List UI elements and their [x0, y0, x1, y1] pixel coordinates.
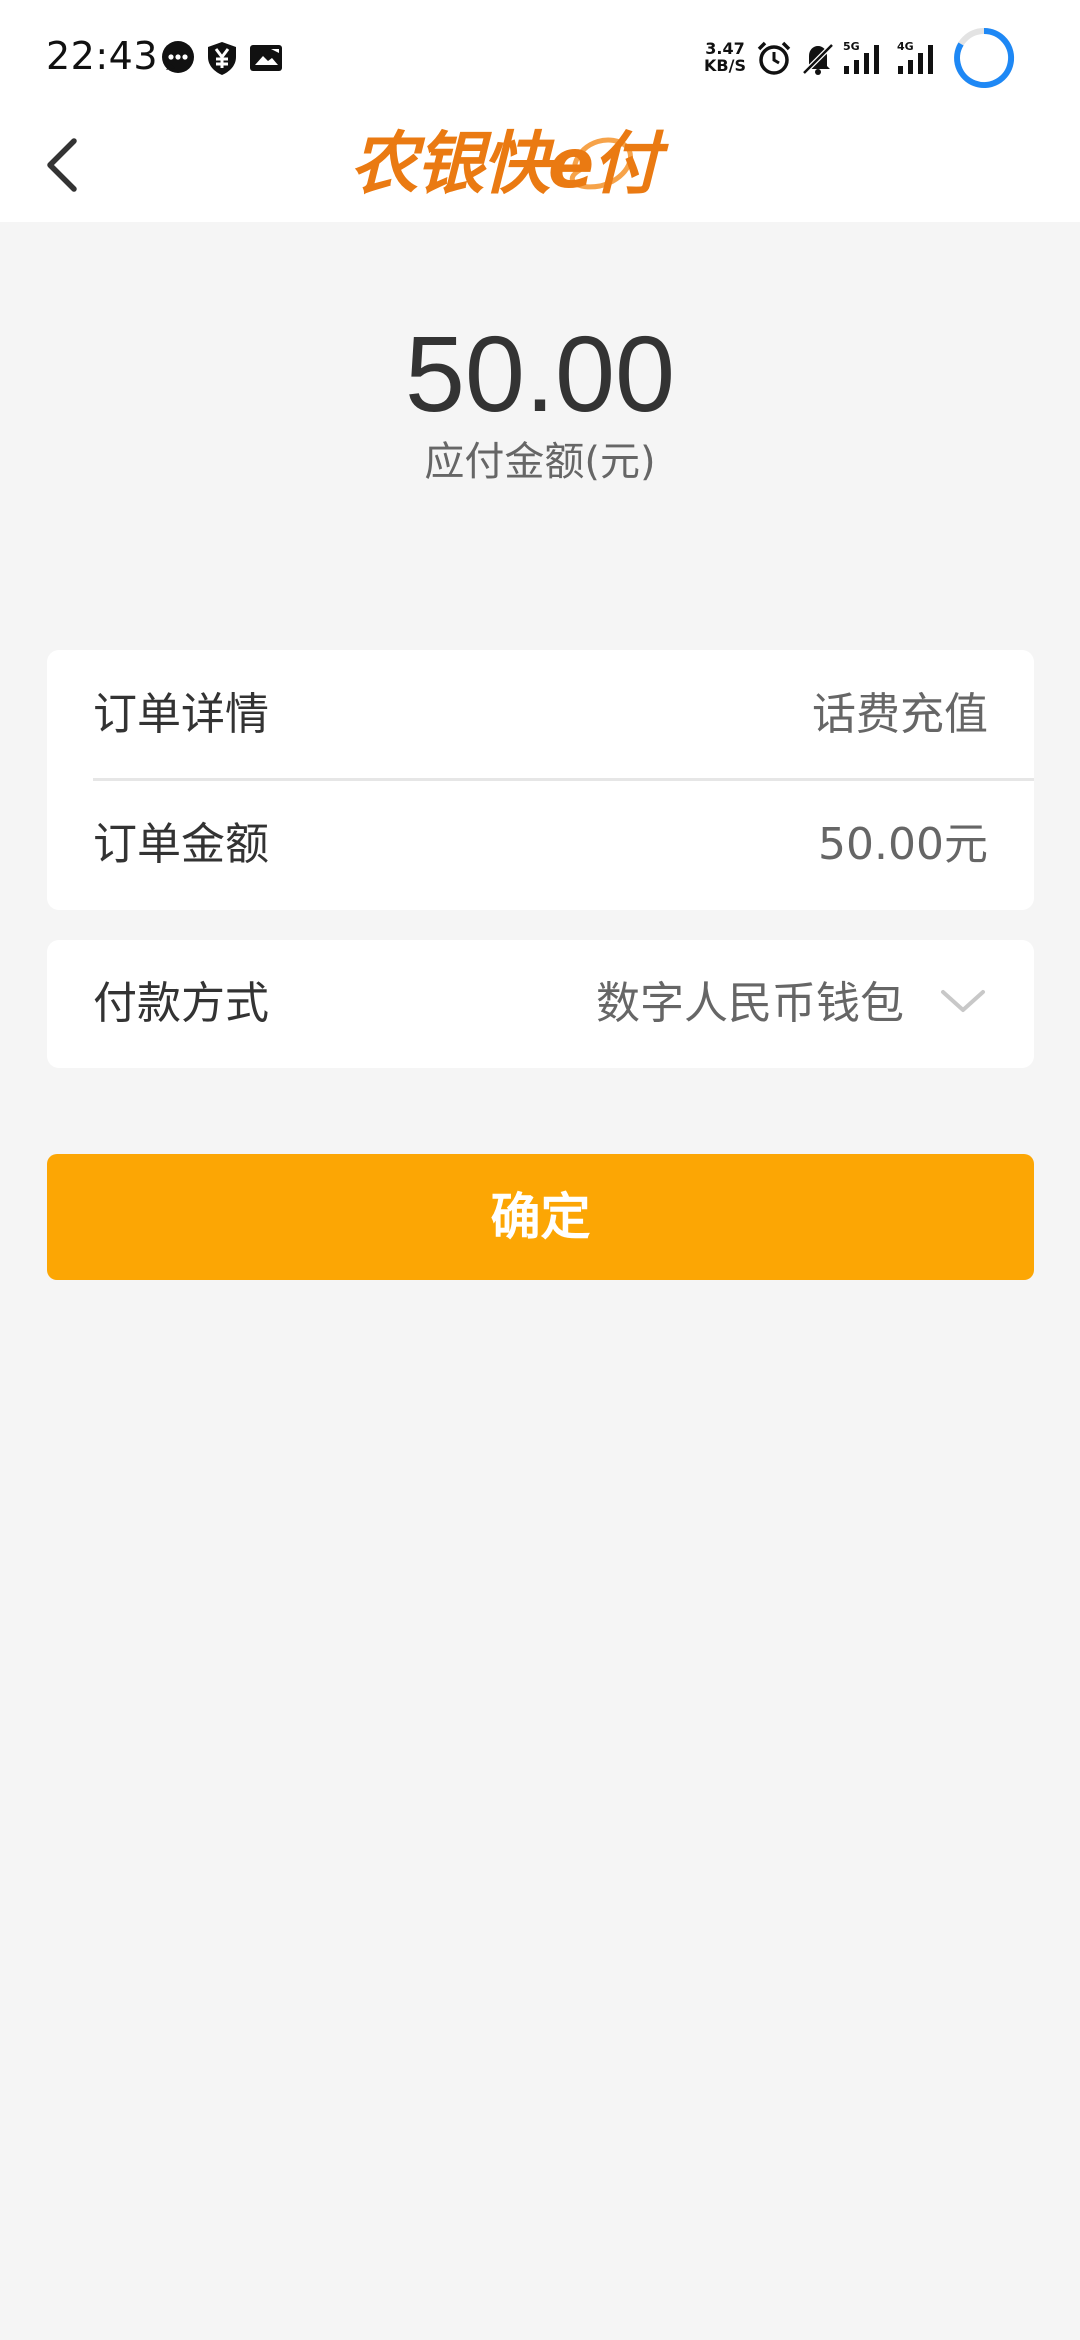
back-button[interactable] — [36, 125, 96, 205]
signal-5g-label: 5G — [843, 40, 860, 53]
payment-method-label: 付款方式 — [93, 978, 269, 1029]
order-detail-value: 话费充值 — [812, 689, 988, 740]
net-speed: 3.47 KB/S — [700, 40, 750, 74]
payable-amount: 50.00 — [404, 313, 676, 434]
signal-4g-icon: 4G — [897, 40, 933, 74]
yuan-shield-icon — [208, 42, 236, 75]
order-detail-row: 订单详情 话费充值 — [93, 650, 1034, 780]
chevron-down-icon[interactable] — [938, 982, 988, 1022]
app-logo: 农银快e付 — [350, 120, 730, 210]
payment-method-row[interactable]: 付款方式 数字人民币钱包 — [93, 940, 1034, 1068]
chevron-left-icon — [47, 138, 77, 192]
payment-method-card[interactable]: 付款方式 数字人民币钱包 — [47, 940, 1034, 1068]
order-detail-label: 订单详情 — [93, 689, 269, 740]
order-info-card: 订单详情 话费充值 订单金额 50.00元 — [47, 650, 1034, 910]
alarm-clock-icon — [757, 41, 791, 75]
mute-bell-icon — [802, 43, 834, 75]
status-bar: 22:43 3.47 KB/S 5G 4G — [0, 0, 1080, 115]
image-notification-icon — [250, 45, 282, 71]
order-amount-value: 50.00元 — [818, 819, 988, 870]
payment-amount-block: 50.00 应付金额(元) — [0, 310, 1080, 492]
confirm-button[interactable]: 确定 — [47, 1154, 1034, 1280]
logo-text: 农银快e付 — [350, 125, 660, 204]
message-bubble-icon — [162, 41, 194, 73]
signal-4g-label: 4G — [897, 40, 914, 53]
order-amount-row: 订单金额 50.00元 — [93, 780, 1034, 910]
signal-5g-icon: 5G — [843, 40, 879, 74]
payment-method-value: 数字人民币钱包 — [596, 978, 904, 1029]
payable-amount-label: 应付金额(元) — [424, 439, 656, 485]
loading-ring-icon — [954, 27, 1015, 88]
order-amount-label: 订单金额 — [93, 819, 269, 870]
app-header: 农银快e付 — [0, 115, 1080, 222]
net-speed-value: 3.47 — [705, 39, 745, 58]
status-time: 22:43 — [46, 34, 159, 78]
net-speed-unit: KB/S — [704, 56, 746, 75]
